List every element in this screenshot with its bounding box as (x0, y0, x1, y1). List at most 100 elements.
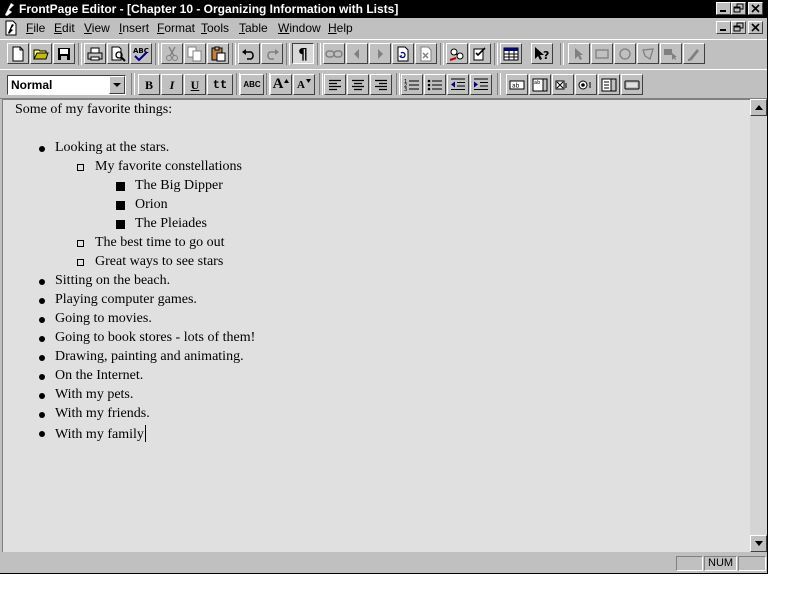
numbered-list-icon: 123 (404, 79, 419, 92)
arrow-pointer-icon (575, 47, 583, 60)
close-button[interactable] (748, 2, 763, 15)
open-button[interactable] (30, 43, 52, 64)
show-explorer-button[interactable] (446, 43, 468, 64)
format-toolbar: Normal B I U tt ABC A A 123 ab ab (0, 69, 767, 99)
decrease-indent-button[interactable] (447, 74, 469, 95)
scroll-down-button[interactable] (750, 535, 767, 552)
menu-edit[interactable]: Edit (54, 21, 75, 35)
text-color-button[interactable]: ABC (240, 74, 264, 95)
toolbar-separator (317, 43, 321, 65)
printer-icon (87, 47, 103, 60)
dropdown-arrow-button[interactable] (109, 76, 125, 94)
show-paragraph-marks-button[interactable]: ¶ (292, 43, 314, 64)
print-preview-button[interactable] (107, 43, 129, 64)
spelling-button[interactable]: ABC (130, 43, 152, 64)
align-center-icon (352, 79, 364, 90)
square-outline-bullet (77, 259, 84, 266)
menu-help[interactable]: Help (328, 21, 353, 35)
toolbar-separator (131, 73, 135, 95)
scrolling-text-box-button[interactable]: ab (529, 74, 551, 95)
cut-button[interactable] (161, 43, 183, 64)
triangle-down-icon (305, 78, 311, 83)
bulleted-list-button[interactable] (424, 74, 446, 95)
rectangle-hotspot-button[interactable] (591, 43, 613, 64)
text-box-icon: ab (509, 80, 525, 89)
increase-indent-button[interactable] (470, 74, 492, 95)
save-button[interactable] (53, 43, 75, 64)
underline-button[interactable]: U (184, 74, 206, 95)
one-line-text-box-button[interactable]: ab (506, 74, 528, 95)
num-lock-indicator: NUM (704, 556, 737, 571)
toolbar-separator (319, 73, 323, 95)
print-button[interactable] (84, 43, 106, 64)
scroll-up-button[interactable] (750, 99, 767, 116)
refresh-button[interactable] (392, 43, 414, 64)
disc-bullet (39, 355, 45, 361)
align-left-button[interactable] (324, 74, 346, 95)
document-editing-area[interactable]: Some of my favorite things: Looking at t… (2, 99, 750, 552)
help-button[interactable]: ? (531, 43, 553, 64)
menu-window-label: indow (289, 21, 321, 35)
select-tool-button[interactable] (568, 43, 590, 64)
minimize-button[interactable] (716, 2, 731, 15)
vertical-scrollbar[interactable] (750, 99, 767, 552)
print-preview-icon (111, 46, 126, 62)
restore-icon (733, 3, 744, 13)
polygon-hotspot-button[interactable] (637, 43, 659, 64)
toolbar-separator (560, 43, 564, 65)
increase-font-size-button[interactable]: A (270, 74, 292, 95)
minimize-icon (720, 10, 726, 12)
bulleted-list-icon (427, 79, 442, 90)
paragraph-style-dropdown[interactable]: Normal (7, 75, 126, 95)
new-button[interactable] (7, 43, 29, 64)
title-bar[interactable]: FrontPage Editor - [Chapter 10 - Organiz… (0, 0, 767, 18)
disc-bullet (39, 412, 45, 418)
undo-button[interactable] (238, 43, 260, 64)
push-button-button[interactable] (621, 74, 643, 95)
highlight-hotspots-button[interactable] (660, 43, 682, 64)
doc-minimize-button[interactable] (716, 21, 731, 34)
svg-text:?: ? (543, 49, 549, 62)
make-transparent-button[interactable] (683, 43, 705, 64)
italic-button[interactable]: I (161, 74, 183, 95)
drop-down-menu-button[interactable] (598, 74, 620, 95)
status-bar: NUM (0, 553, 767, 573)
menu-edit-label: dit (62, 21, 75, 35)
decrease-font-size-button[interactable]: A (293, 74, 315, 95)
show-to-do-list-button[interactable] (469, 43, 491, 64)
insert-table-button[interactable] (500, 43, 522, 64)
scroll-up-arrow-icon (755, 105, 763, 110)
forward-button[interactable] (369, 43, 391, 64)
menu-file[interactable]: File (26, 21, 45, 35)
increase-font-label: A (272, 76, 284, 92)
frontpage-app-icon[interactable] (2, 1, 18, 17)
menu-window[interactable]: Window (278, 21, 321, 35)
doc-close-button[interactable] (748, 21, 763, 34)
radio-button-button[interactable] (575, 74, 597, 95)
menu-format-label: ormat (164, 21, 196, 35)
restore-icon (733, 22, 744, 32)
restore-button[interactable] (731, 2, 746, 15)
menu-format[interactable]: Format (157, 21, 195, 35)
back-button[interactable] (346, 43, 368, 64)
stop-button[interactable] (415, 43, 437, 64)
create-hyperlink-button[interactable] (323, 43, 345, 64)
redo-button[interactable] (261, 43, 283, 64)
check-box-button[interactable] (552, 74, 574, 95)
fixed-width-button[interactable]: tt (207, 74, 233, 95)
align-center-button[interactable] (347, 74, 369, 95)
paste-button[interactable] (207, 43, 229, 64)
align-right-button[interactable] (370, 74, 392, 95)
menu-insert[interactable]: Insert (119, 21, 149, 35)
explorer-icon (449, 48, 464, 61)
copy-button[interactable] (184, 43, 206, 64)
doc-restore-button[interactable] (731, 21, 746, 34)
numbered-list-button[interactable]: 123 (401, 74, 423, 95)
menu-table[interactable]: Table (239, 21, 268, 35)
menu-view[interactable]: View (84, 21, 110, 35)
circle-hotspot-button[interactable] (614, 43, 636, 64)
menu-tools[interactable]: Tools (201, 21, 229, 35)
document-control-icon[interactable] (3, 20, 19, 36)
help-pointer-icon: ? (535, 46, 549, 62)
bold-button[interactable]: B (138, 74, 160, 95)
